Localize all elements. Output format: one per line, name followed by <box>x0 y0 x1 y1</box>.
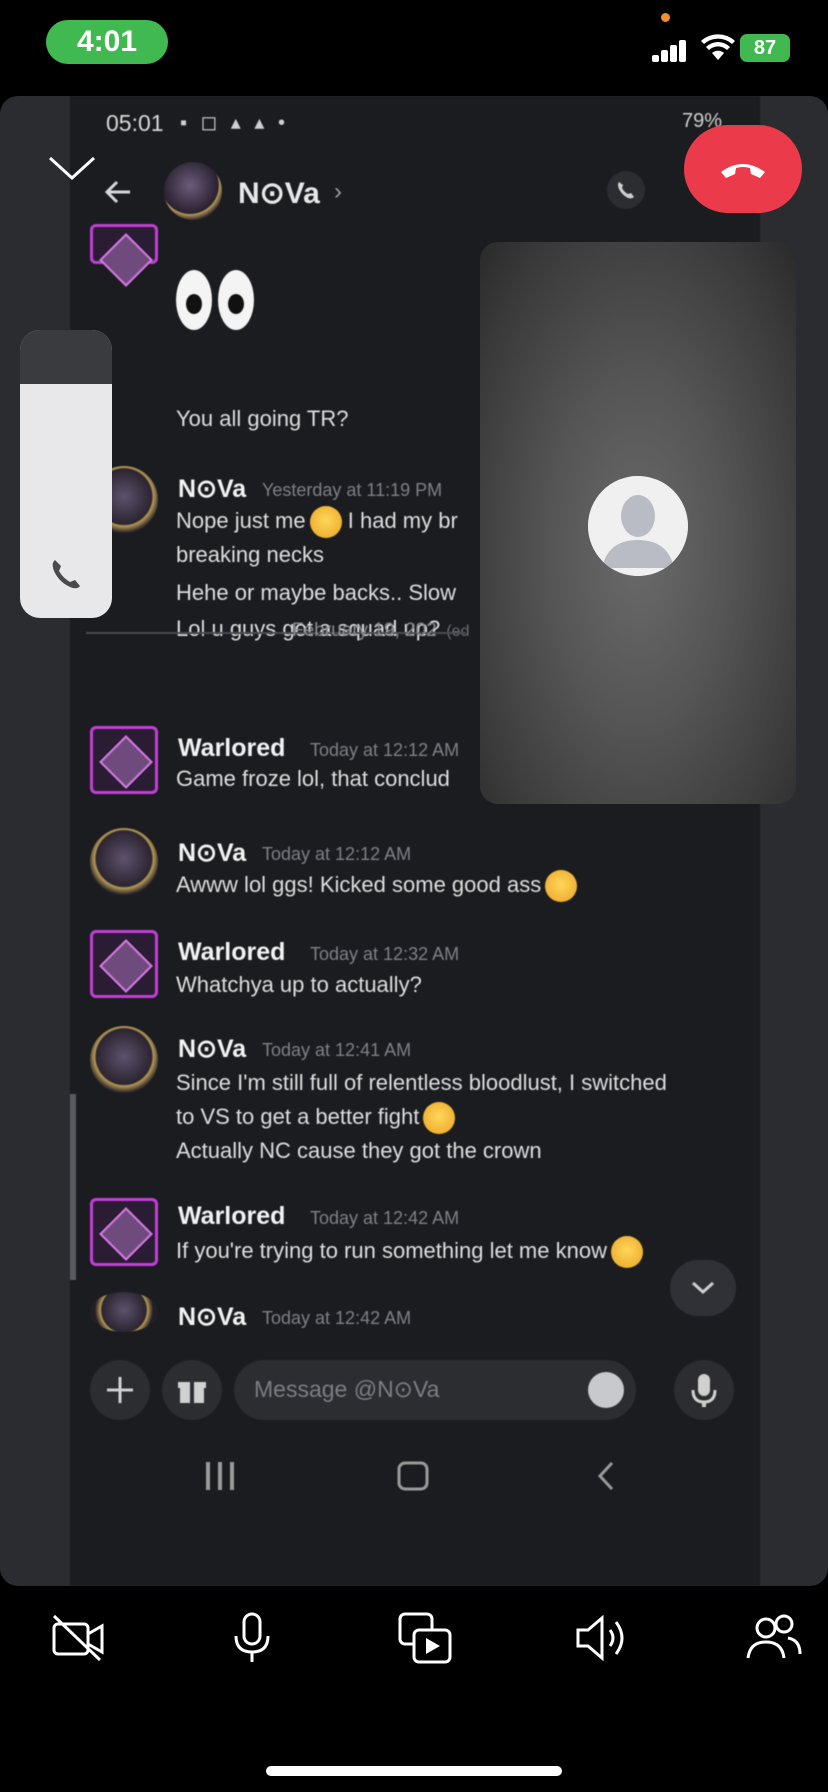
plus-icon <box>107 1377 133 1403</box>
message-timestamp: Today at 12:12 AM <box>262 844 412 864</box>
message-timestamp: Today at 12:32 AM <box>310 944 460 964</box>
participant-video-tile[interactable] <box>480 242 796 804</box>
grinning-emoji <box>545 870 578 902</box>
wifi-icon <box>701 34 735 60</box>
jump-to-bottom-button[interactable] <box>670 1260 736 1316</box>
message-timestamp: Today at 12:42 AM <box>310 1208 460 1228</box>
message-timestamp: Today at 12:12 AM <box>310 740 460 760</box>
avatar[interactable] <box>90 930 158 998</box>
shared-status-bar: 05:01 ▪ ◻ ▴ ▴ • 79% <box>70 96 760 154</box>
message-text: Awww lol ggs! Kicked some good ass <box>176 870 578 902</box>
chevron-right-icon: › <box>334 178 342 205</box>
message-input[interactable]: Message @N⊙Va <box>234 1360 636 1420</box>
shared-notification-icons: ▪ ◻ ▴ ▴ • <box>180 112 289 134</box>
message-text: Hehe or maybe backs.. Slow <box>176 580 457 605</box>
message-timestamp: Today at 12:42 AM <box>262 1308 412 1328</box>
home-indicator[interactable] <box>266 1766 562 1776</box>
avatar[interactable] <box>90 726 158 794</box>
message-timestamp: Yesterday at 11:19 PM <box>262 480 443 500</box>
battery-indicator: 87 <box>740 34 790 62</box>
avatar[interactable] <box>90 828 158 896</box>
add-attachment-button[interactable] <box>90 1360 150 1420</box>
collapse-call-button[interactable] <box>46 150 98 184</box>
message-text: breaking necks <box>176 542 324 567</box>
gift-button[interactable] <box>162 1360 222 1420</box>
speaker-icon[interactable] <box>570 1608 630 1668</box>
hang-up-icon <box>721 164 765 178</box>
call-volume-panel[interactable] <box>20 330 112 618</box>
message-author[interactable]: Warlored <box>178 938 285 967</box>
dm-header: N⊙Va › <box>70 154 760 234</box>
android-nav-bar <box>70 1430 760 1526</box>
phone-icon <box>52 560 80 589</box>
message-text: Nope just me I had my br <box>176 506 458 538</box>
privacy-indicator-dot <box>661 13 670 22</box>
default-avatar-icon <box>588 476 688 576</box>
scrollbar[interactable] <box>70 1094 76 1280</box>
message-author[interactable]: Warlored <box>178 1202 285 1231</box>
avatar[interactable] <box>90 1026 158 1094</box>
ios-time[interactable]: 4:01 <box>46 20 168 64</box>
smiling-emoji <box>423 1102 456 1134</box>
message-composer: Message @N⊙Va <box>70 1344 760 1430</box>
message-placeholder: Message @N⊙Va <box>254 1376 440 1402</box>
back-arrow-icon[interactable] <box>100 174 136 210</box>
ios-status-bar: 4:01 87 <box>0 0 828 96</box>
voice-message-button[interactable] <box>674 1360 734 1420</box>
microphone-icon[interactable] <box>222 1608 282 1668</box>
message-text: You all going TR? <box>176 406 349 431</box>
eyes-emoji <box>176 270 256 332</box>
message-text: Actually NC cause they got the crown <box>176 1138 542 1163</box>
microphone-icon <box>691 1374 717 1407</box>
message-author[interactable]: N⊙Va <box>178 1034 246 1064</box>
emoji-picker-icon[interactable] <box>588 1372 624 1408</box>
message-text: Since I'm still full of relentless blood… <box>176 1070 667 1095</box>
dm-recipient-name[interactable]: N⊙Va <box>238 176 320 211</box>
camera-off-icon[interactable] <box>48 1608 108 1668</box>
chevron-down-icon <box>691 1281 715 1295</box>
message-text: to VS to get a better fight <box>176 1102 456 1134</box>
message-author[interactable]: Warlored <box>178 734 285 763</box>
home-icon[interactable] <box>396 1460 430 1492</box>
message-text: If you're trying to run something let me… <box>176 1236 643 1268</box>
message-author[interactable]: N⊙Va <box>178 474 246 504</box>
message-author[interactable]: N⊙Va <box>178 838 246 868</box>
upside-down-emoji <box>610 1236 643 1268</box>
volume-slider-empty <box>20 330 112 384</box>
message-timestamp: Today at 12:41 AM <box>262 1040 412 1060</box>
voice-call-icon[interactable] <box>606 170 646 210</box>
relieved-emoji <box>309 506 342 538</box>
message-author[interactable]: N⊙Va <box>178 1302 246 1332</box>
message-text: Whatchya up to actually? <box>176 972 422 997</box>
date-divider-label: February 19, 202 <box>292 620 437 641</box>
shared-time: 05:01 <box>106 110 164 136</box>
end-call-button[interactable] <box>684 125 802 213</box>
screen-share-icon[interactable] <box>396 1608 456 1668</box>
back-icon[interactable] <box>594 1460 618 1492</box>
participants-icon[interactable] <box>744 1608 804 1668</box>
avatar[interactable] <box>90 224 158 264</box>
avatar[interactable] <box>164 162 222 220</box>
avatar[interactable] <box>90 1198 158 1266</box>
call-controls <box>0 1586 828 1706</box>
battery-level: 87 <box>753 36 777 59</box>
gift-icon <box>178 1382 206 1403</box>
message-text: Game froze lol, that conclud <box>176 766 450 791</box>
recent-apps-icon[interactable] <box>204 1460 238 1492</box>
cellular-signal-icon <box>652 38 688 62</box>
avatar[interactable] <box>90 1292 158 1332</box>
